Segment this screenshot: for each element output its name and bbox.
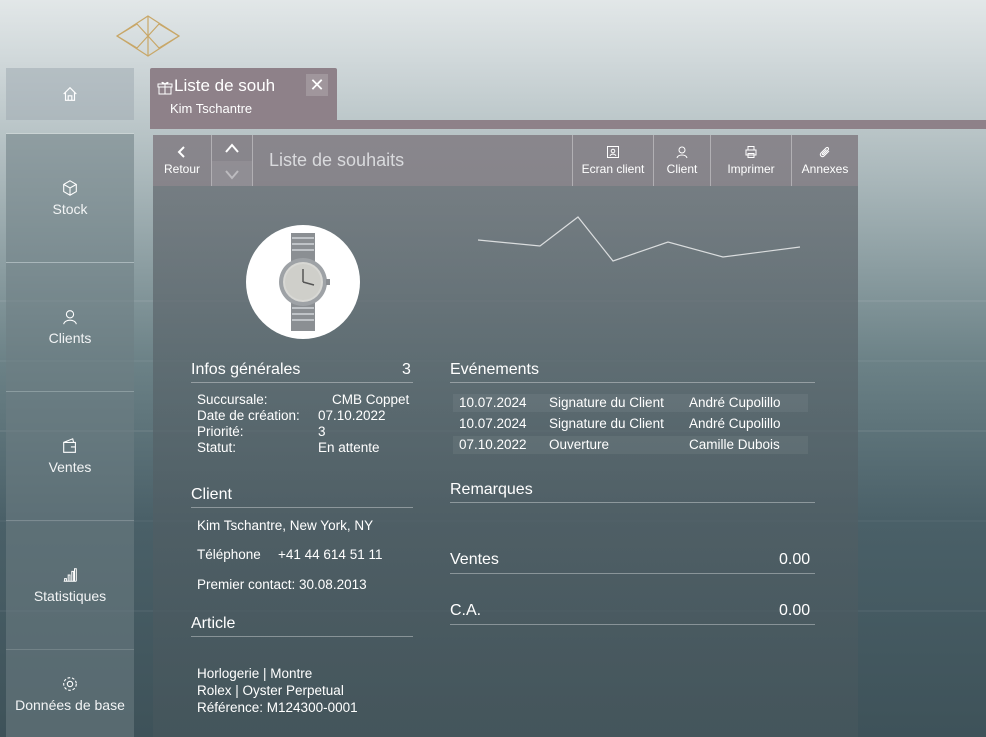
chevron-up-icon — [225, 143, 239, 153]
tab-subtitle: Kim Tschantre — [170, 101, 253, 116]
chevron-left-icon — [177, 146, 185, 158]
event-user: André Cupolillo — [689, 395, 781, 410]
branch-value: CMB Coppet — [332, 392, 410, 407]
sidebar-item-sales[interactable]: Ventes — [6, 392, 134, 520]
remarks-title: Remarques — [450, 481, 533, 498]
gear-icon — [63, 676, 77, 691]
id-card-icon — [607, 146, 619, 158]
status-value: En attente — [318, 440, 380, 455]
client-screen-button[interactable]: Ecran client — [573, 135, 653, 186]
article-reference: Référence: M124300-0001 — [197, 700, 358, 715]
article-section-title: Article — [191, 615, 236, 632]
event-user: André Cupolillo — [689, 416, 781, 431]
revenue-label: C.A. — [450, 602, 482, 619]
watch-icon — [279, 233, 330, 331]
sidebar-item-statistics[interactable]: Statistiques — [6, 521, 134, 649]
general-info-title: Infos générales — [191, 361, 301, 378]
branch-label: Succursale: — [197, 392, 268, 407]
event-action: Signature du Client — [549, 416, 664, 431]
gift-icon — [157, 81, 173, 95]
close-icon: ✕ — [309, 74, 325, 95]
sales-label: Ventes — [450, 551, 499, 568]
wallet-icon — [63, 438, 76, 453]
tab-strip — [150, 120, 986, 129]
chevron-down-icon — [225, 169, 239, 180]
first-contact: Premier contact: 30.08.2013 — [197, 577, 367, 592]
events-title: Evénements — [450, 361, 539, 378]
sidebar-item-label: Données de base — [15, 696, 125, 713]
client-name[interactable]: Kim Tschantre, New York, NY — [197, 518, 373, 533]
page-title: Liste de souhaits — [269, 150, 405, 170]
paperclip-icon — [819, 146, 830, 158]
tab-title: Liste de souh — [174, 76, 276, 95]
next-button[interactable] — [212, 161, 252, 186]
general-info-count: 3 — [402, 361, 411, 378]
sidebar-item-label: Statistiques — [33, 588, 107, 604]
creation-date-label: Date de création: — [197, 408, 300, 423]
sales-value: 0.00 — [779, 551, 811, 568]
sidebar-item-master-data[interactable]: Données de base — [6, 650, 134, 737]
article-category: Horlogerie | Montre — [197, 666, 313, 681]
user-icon — [676, 146, 688, 159]
toolbar: Retour Liste de souhaits Ecran client Cl… — [153, 135, 858, 186]
event-date: 10.07.2024 — [459, 395, 527, 410]
print-button[interactable]: Imprimer — [711, 135, 791, 186]
sidebar-item-label: Clients — [48, 330, 92, 346]
tab-wishlist[interactable]: Liste de souh Kim Tschantre ✕ — [150, 68, 337, 120]
phone-value[interactable]: +41 44 614 51 11 — [278, 547, 382, 562]
user-icon — [63, 310, 77, 325]
event-date: 10.07.2024 — [459, 416, 527, 431]
priority-value: 3 — [318, 424, 326, 439]
phone-label: Téléphone — [197, 547, 261, 562]
priority-label: Priorité: — [197, 424, 244, 439]
revenue-value: 0.00 — [779, 602, 811, 619]
back-button[interactable]: Retour — [153, 135, 211, 186]
event-action: Ouverture — [549, 437, 610, 452]
printer-icon — [745, 146, 757, 158]
wishlist-panel: Retour Liste de souhaits Ecran client Cl… — [153, 135, 858, 737]
client-button[interactable]: Client — [654, 135, 710, 186]
event-date: 07.10.2022 — [459, 437, 527, 452]
sidebar-item-label: Ventes — [48, 459, 92, 475]
sidebar-item-label: Stock — [52, 201, 88, 217]
home-icon — [63, 86, 77, 101]
client-section-title: Client — [191, 486, 232, 503]
sidebar-item-home[interactable] — [6, 68, 134, 120]
box-icon — [63, 180, 77, 196]
event-user: Camille Dubois — [689, 437, 780, 452]
close-tab-button[interactable]: ✕ — [306, 74, 328, 96]
attachments-button[interactable]: Annexes — [792, 135, 858, 186]
event-action: Signature du Client — [549, 395, 664, 410]
article-image — [246, 225, 360, 339]
bar-chart-icon — [63, 568, 77, 582]
sidebar-item-clients[interactable]: Clients — [6, 263, 134, 391]
status-label: Statut: — [197, 440, 237, 455]
activity-sparkline — [478, 216, 801, 262]
sidebar: Stock Clients Ventes Statistiques Donnée… — [6, 0, 134, 737]
article-model: Rolex | Oyster Perpetual — [197, 683, 344, 698]
creation-date-value: 07.10.2022 — [318, 408, 386, 423]
sidebar-item-stock[interactable]: Stock — [6, 134, 134, 262]
previous-button[interactable] — [212, 135, 252, 161]
